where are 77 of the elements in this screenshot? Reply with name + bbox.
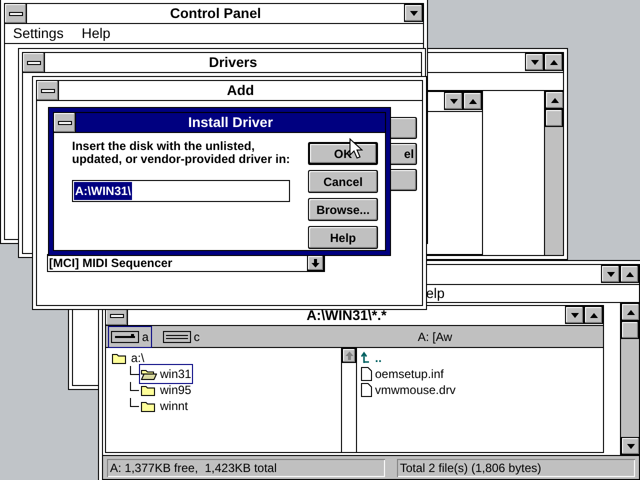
down-arrow-icon bbox=[624, 442, 636, 450]
bar-icon bbox=[26, 60, 40, 64]
folder-icon bbox=[141, 384, 157, 396]
window-title: Control Panel bbox=[170, 4, 261, 23]
menu-item[interactable]: Settings bbox=[13, 23, 64, 44]
window-title: Add bbox=[226, 81, 254, 100]
document-icon bbox=[361, 367, 372, 381]
minimize-button[interactable] bbox=[404, 4, 423, 22]
up-arrow-icon bbox=[624, 308, 636, 316]
scroll-up-button[interactable] bbox=[342, 348, 356, 363]
file-item[interactable]: vmwmouse.drv bbox=[361, 382, 603, 398]
file-item[interactable]: oemsetup.inf bbox=[361, 366, 603, 382]
system-menu-button[interactable] bbox=[54, 113, 76, 132]
bar-icon bbox=[58, 120, 72, 124]
up-arrow-icon bbox=[466, 96, 478, 106]
down-arrow-icon bbox=[528, 58, 540, 66]
scrollbar[interactable] bbox=[544, 91, 563, 255]
down-arrow-icon bbox=[604, 270, 616, 278]
up-arrow-icon bbox=[624, 270, 636, 278]
status-text: A: 1,377KB free, 1,423KB total bbox=[107, 458, 385, 476]
drive-item[interactable]: c bbox=[160, 326, 203, 348]
maximize-button[interactable] bbox=[463, 92, 482, 110]
minimize-button[interactable] bbox=[444, 92, 463, 110]
down-arrow-icon bbox=[448, 96, 460, 106]
menu-item[interactable]: elp bbox=[426, 283, 445, 304]
scroll-up-button[interactable] bbox=[545, 91, 563, 109]
drive-icon bbox=[111, 330, 139, 342]
volume-label: A: [Aw bbox=[418, 328, 452, 346]
scrollbar[interactable] bbox=[620, 303, 639, 455]
drive-item[interactable]: a bbox=[108, 326, 152, 348]
down-arrow-icon bbox=[408, 8, 420, 18]
scrollbar[interactable] bbox=[342, 348, 357, 452]
up-arrow-icon bbox=[548, 58, 560, 66]
folder-item[interactable]: win31 bbox=[139, 364, 194, 384]
folder-icon bbox=[141, 400, 157, 412]
minimize-button[interactable] bbox=[565, 306, 584, 324]
tree-line-icon bbox=[130, 398, 139, 407]
up-arrow-icon bbox=[548, 96, 560, 104]
prompt-text: Insert the disk with the unlisted, updated, or vendor-provided driver in: bbox=[72, 140, 292, 166]
tree-line-icon bbox=[130, 382, 139, 391]
bar-icon bbox=[8, 12, 22, 16]
dialog-button[interactable]: Browse... bbox=[308, 198, 378, 221]
up-arrow-icon bbox=[344, 351, 354, 360]
minimize-button[interactable] bbox=[525, 53, 544, 71]
bar-icon bbox=[40, 88, 54, 92]
maximize-button[interactable] bbox=[584, 306, 603, 324]
window-title: A:\WIN31\*.* bbox=[306, 306, 387, 325]
scroll-down-button[interactable] bbox=[621, 437, 639, 455]
down-arrow-icon bbox=[568, 310, 580, 320]
minimize-button[interactable] bbox=[601, 265, 620, 283]
tree-line-icon bbox=[130, 366, 139, 375]
system-menu-button[interactable] bbox=[37, 81, 59, 100]
down-arrow-icon bbox=[311, 258, 320, 268]
dropdown-button[interactable] bbox=[307, 255, 324, 271]
system-menu-button[interactable] bbox=[23, 53, 45, 72]
dialog-button[interactable]: OK bbox=[308, 142, 378, 165]
system-menu-button[interactable] bbox=[5, 4, 27, 23]
menu-item[interactable]: Help bbox=[82, 23, 110, 44]
up-arrow-icon bbox=[361, 351, 372, 365]
dialog-button[interactable]: Cancel bbox=[308, 170, 378, 193]
bar-icon bbox=[110, 314, 124, 318]
open-folder-icon bbox=[141, 368, 157, 380]
maximize-button[interactable] bbox=[620, 265, 639, 283]
scroll-thumb[interactable] bbox=[621, 321, 639, 339]
drive-icon bbox=[162, 330, 191, 342]
up-arrow-icon bbox=[588, 310, 600, 320]
window-title: Drivers bbox=[208, 53, 258, 72]
file-item[interactable]: .. bbox=[361, 350, 603, 366]
status-text: Total 2 file(s) (1,806 bytes) bbox=[396, 458, 635, 476]
scroll-thumb[interactable] bbox=[545, 109, 563, 127]
dialog-button[interactable]: Help bbox=[308, 226, 378, 249]
window-title: Install Driver bbox=[188, 113, 273, 132]
path-field[interactable]: A:\WIN31\ bbox=[72, 180, 290, 202]
folder-icon bbox=[112, 352, 128, 364]
scroll-up-button[interactable] bbox=[621, 303, 639, 321]
maximize-button[interactable] bbox=[544, 53, 563, 71]
document-icon bbox=[361, 383, 372, 397]
